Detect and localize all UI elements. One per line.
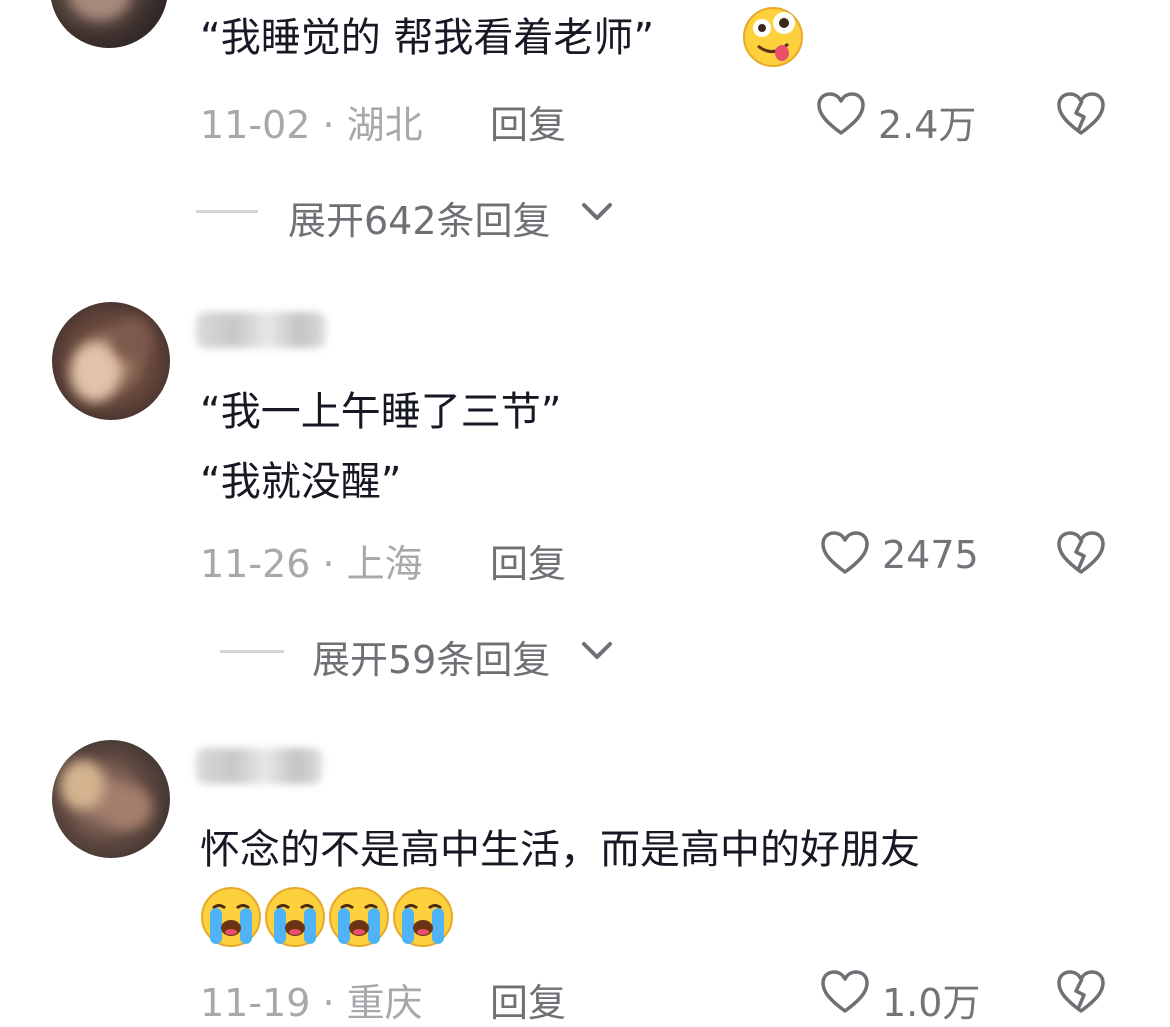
loudly-crying-emoji-icon xyxy=(393,887,453,947)
comment-line: 怀念的不是高中生活，而是高中的好朋友 xyxy=(200,827,920,873)
comment-line: “我睡觉的 帮我看着老师” xyxy=(200,15,655,61)
comment-line: “我一上午睡了三节” xyxy=(200,389,562,435)
separator: · xyxy=(310,103,347,147)
like-count: 1.0万 xyxy=(882,981,981,1025)
comment-meta: 11-19 · 重庆 xyxy=(200,972,423,1027)
broken-heart-icon[interactable] xyxy=(1056,91,1106,137)
heart-outline-icon[interactable] xyxy=(820,530,870,576)
comment-meta: 11-02 · 湖北 xyxy=(200,94,423,149)
comment-location: 湖北 xyxy=(346,103,423,147)
reply-button[interactable]: 回复 xyxy=(490,533,566,588)
broken-heart-icon[interactable] xyxy=(1056,969,1106,1015)
comment-date: 11-02 xyxy=(200,103,311,147)
expand-replies-button[interactable]: 展开59条回复 xyxy=(312,629,550,684)
username-blurred[interactable] xyxy=(196,748,322,784)
heart-outline-icon[interactable] xyxy=(820,969,870,1015)
separator: · xyxy=(310,542,347,586)
divider-line xyxy=(220,650,284,653)
chevron-down-icon[interactable] xyxy=(580,200,614,224)
like-count: 2475 xyxy=(882,533,979,577)
divider-line xyxy=(196,210,258,213)
heart-outline-icon[interactable] xyxy=(816,91,866,137)
comment-date: 11-19 xyxy=(200,981,311,1025)
avatar[interactable] xyxy=(50,0,168,48)
username-blurred[interactable] xyxy=(196,312,326,348)
comment-text: 怀念的不是高中生活，而是高中的好朋友 xyxy=(200,826,920,874)
comment-date: 11-26 xyxy=(200,542,311,586)
comment-text: “我睡觉的 帮我看着老师” xyxy=(200,14,654,62)
comment-line: “我就没醒” xyxy=(200,459,402,505)
chevron-down-icon[interactable] xyxy=(580,639,614,663)
crazy-face-emoji-icon xyxy=(743,7,803,67)
reply-button[interactable]: 回复 xyxy=(490,94,566,149)
like-count: 2.4万 xyxy=(878,103,977,147)
broken-heart-icon[interactable] xyxy=(1056,530,1106,576)
separator: · xyxy=(310,981,347,1025)
reply-button[interactable]: 回复 xyxy=(490,972,566,1027)
avatar[interactable] xyxy=(52,740,170,858)
comment-meta: 11-26 · 上海 xyxy=(200,533,423,588)
expand-replies-button[interactable]: 展开642条回复 xyxy=(288,190,551,245)
comment-location: 上海 xyxy=(346,542,423,586)
loudly-crying-emoji-icon xyxy=(265,887,325,947)
avatar[interactable] xyxy=(52,302,170,420)
loudly-crying-emoji-icon xyxy=(329,887,389,947)
comment-text: “我一上午睡了三节” “我就没醒” xyxy=(200,388,561,506)
loudly-crying-emoji-icon xyxy=(201,887,261,947)
comment-location: 重庆 xyxy=(346,981,423,1025)
